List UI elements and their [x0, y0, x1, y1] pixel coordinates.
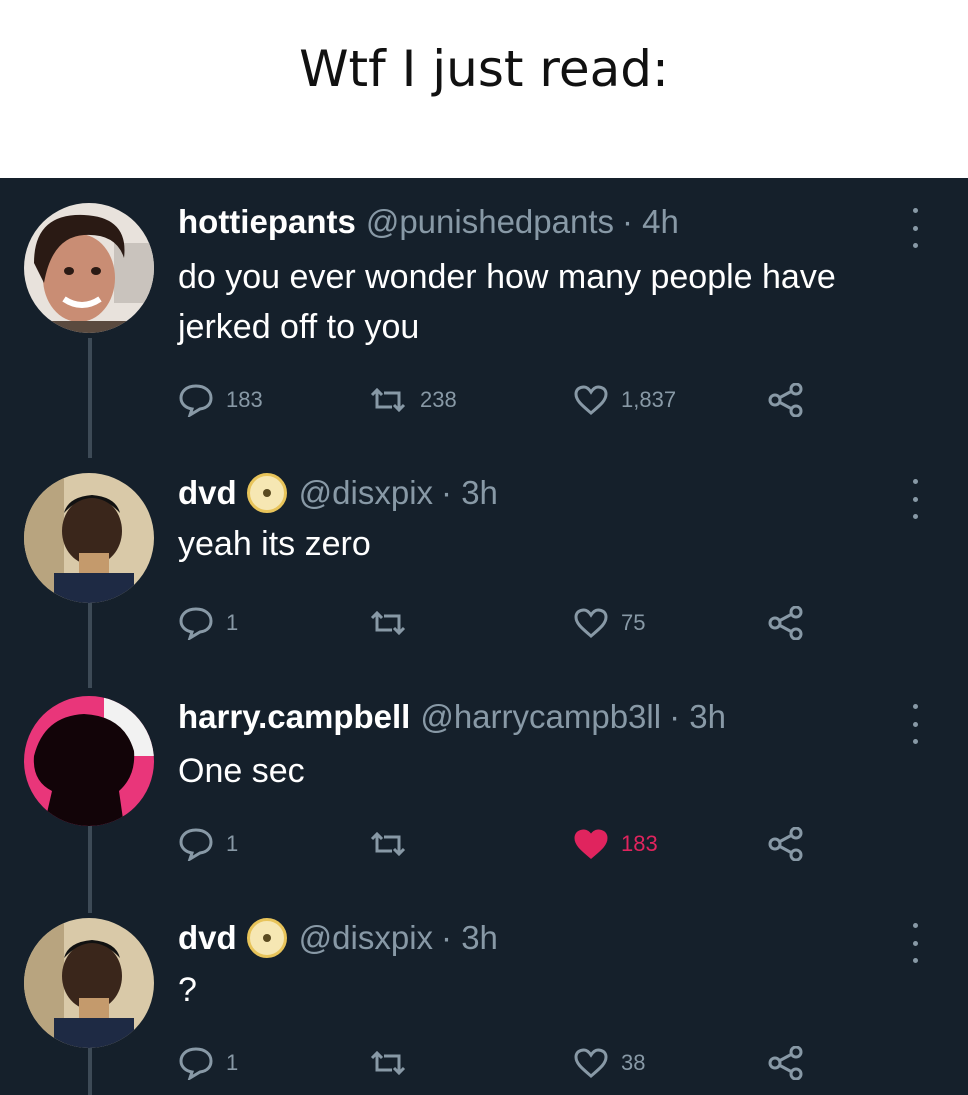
- tweet-text: do you ever wonder how many people have …: [178, 258, 836, 346]
- handle[interactable]: @disxpix: [299, 474, 433, 512]
- heart-icon: [574, 1048, 608, 1078]
- retweet-count: 238: [420, 387, 457, 412]
- more-options-icon[interactable]: [905, 923, 925, 963]
- reply-icon: [179, 384, 213, 417]
- reply-button[interactable]: 1: [178, 1043, 238, 1083]
- handle[interactable]: @disxpix: [299, 919, 433, 957]
- display-name[interactable]: hottiepants: [178, 203, 356, 241]
- caption-bar: Wtf I just read:: [0, 0, 968, 178]
- more-options-icon[interactable]: [905, 704, 925, 744]
- timestamp[interactable]: · 3h: [441, 919, 498, 957]
- avatar[interactable]: [24, 918, 154, 1048]
- reply-button[interactable]: 183: [178, 380, 263, 420]
- reply-count: 1: [226, 1050, 239, 1075]
- display-name[interactable]: harry.campbell: [178, 698, 410, 736]
- like-count: 38: [621, 1050, 646, 1075]
- like-count: 1,837: [621, 387, 677, 412]
- like-button[interactable]: 1,837: [573, 380, 676, 420]
- reply-button[interactable]: 1: [178, 603, 238, 643]
- retweet-button[interactable]: 238: [368, 380, 457, 420]
- retweet-button[interactable]: [368, 603, 420, 643]
- tweet-text: One sec: [178, 752, 305, 790]
- reply-icon: [179, 1047, 213, 1080]
- more-options-icon[interactable]: [905, 208, 925, 248]
- thread-connector: [88, 338, 92, 458]
- badge-icon: [246, 473, 287, 513]
- timestamp[interactable]: · 4h: [622, 203, 679, 241]
- share-icon: [768, 1046, 803, 1080]
- tweet-header: dvd @disxpix · 3h: [178, 473, 498, 513]
- like-button[interactable]: 38: [573, 1043, 645, 1083]
- retweet-icon: [370, 610, 406, 636]
- handle[interactable]: @punishedpants: [366, 203, 614, 241]
- tweet-actions: 1 38: [178, 1043, 818, 1083]
- more-options-icon[interactable]: [905, 479, 925, 519]
- retweet-icon: [370, 387, 406, 413]
- timestamp[interactable]: · 3h: [669, 698, 726, 736]
- tweet-text: yeah its zero: [178, 525, 371, 563]
- avatar[interactable]: [24, 473, 154, 603]
- timestamp[interactable]: · 3h: [441, 474, 498, 512]
- tweet-header: dvd @disxpix · 3h: [178, 918, 498, 958]
- avatar[interactable]: [24, 696, 154, 826]
- heart-icon: [574, 385, 608, 415]
- heart-icon: [574, 829, 608, 859]
- reply-count: 1: [226, 610, 239, 635]
- tweet-header: hottiepants @punishedpants · 4h: [178, 203, 679, 241]
- share-button[interactable]: [768, 603, 816, 643]
- heart-icon: [574, 608, 608, 638]
- share-icon: [768, 383, 803, 417]
- like-button[interactable]: 75: [573, 603, 645, 643]
- tweet-actions: 183 238 1,837: [178, 380, 818, 420]
- reply-icon: [179, 607, 213, 640]
- display-name[interactable]: dvd: [178, 474, 237, 512]
- tweet-text: ?: [178, 971, 197, 1009]
- handle[interactable]: @harrycampb3ll: [420, 698, 661, 736]
- share-button[interactable]: [768, 1043, 816, 1083]
- badge-icon: [246, 918, 287, 958]
- reply-count: 183: [226, 387, 263, 412]
- like-count: 183: [621, 831, 658, 856]
- share-button[interactable]: [768, 824, 816, 864]
- tweet-actions: 1 75: [178, 603, 818, 643]
- caption-text: Wtf I just read:: [299, 40, 669, 98]
- retweet-icon: [370, 831, 406, 857]
- reply-icon: [179, 828, 213, 861]
- retweet-button[interactable]: [368, 1043, 420, 1083]
- retweet-button[interactable]: [368, 824, 420, 864]
- retweet-icon: [370, 1050, 406, 1076]
- share-icon: [768, 827, 803, 861]
- share-button[interactable]: [768, 380, 816, 420]
- tweet-header: harry.campbell @harrycampb3ll · 3h: [178, 698, 726, 736]
- thread-connector: [88, 588, 92, 688]
- share-icon: [768, 606, 803, 640]
- display-name[interactable]: dvd: [178, 919, 237, 957]
- like-button[interactable]: 183: [573, 824, 658, 864]
- like-count: 75: [621, 610, 646, 635]
- reply-button[interactable]: 1: [178, 824, 238, 864]
- reply-count: 1: [226, 831, 239, 856]
- avatar[interactable]: [24, 203, 154, 333]
- tweet-thread: hottiepants @punishedpants · 4h do you e…: [0, 178, 968, 1095]
- tweet-actions: 1 183: [178, 824, 818, 864]
